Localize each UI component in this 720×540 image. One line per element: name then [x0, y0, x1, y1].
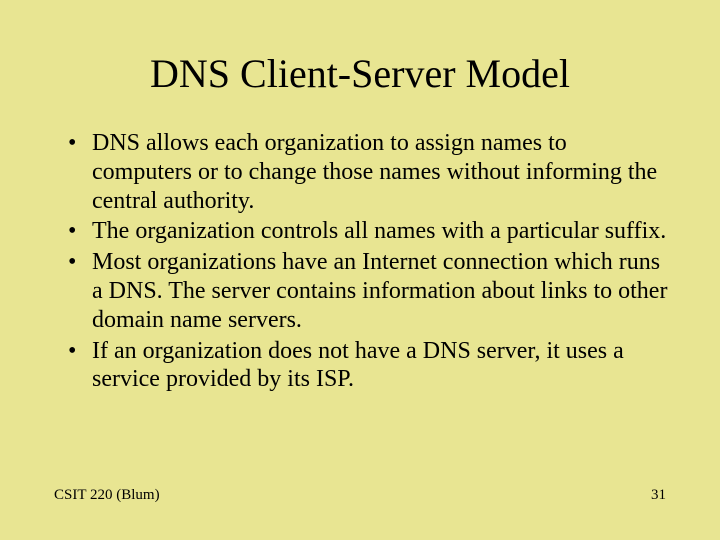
- slide: DNS Client-Server Model DNS allows each …: [0, 0, 720, 540]
- slide-title: DNS Client-Server Model: [50, 50, 670, 97]
- slide-content: DNS allows each organization to assign n…: [50, 129, 670, 487]
- bullet-list: DNS allows each organization to assign n…: [50, 129, 670, 394]
- slide-footer: CSIT 220 (Blum) 31: [50, 487, 670, 510]
- bullet-item: If an organization does not have a DNS s…: [68, 337, 670, 395]
- bullet-item: The organization controls all names with…: [68, 217, 670, 246]
- footer-page-number: 31: [651, 487, 666, 504]
- bullet-item: Most organizations have an Internet conn…: [68, 248, 670, 334]
- bullet-item: DNS allows each organization to assign n…: [68, 129, 670, 215]
- footer-left: CSIT 220 (Blum): [54, 487, 160, 504]
